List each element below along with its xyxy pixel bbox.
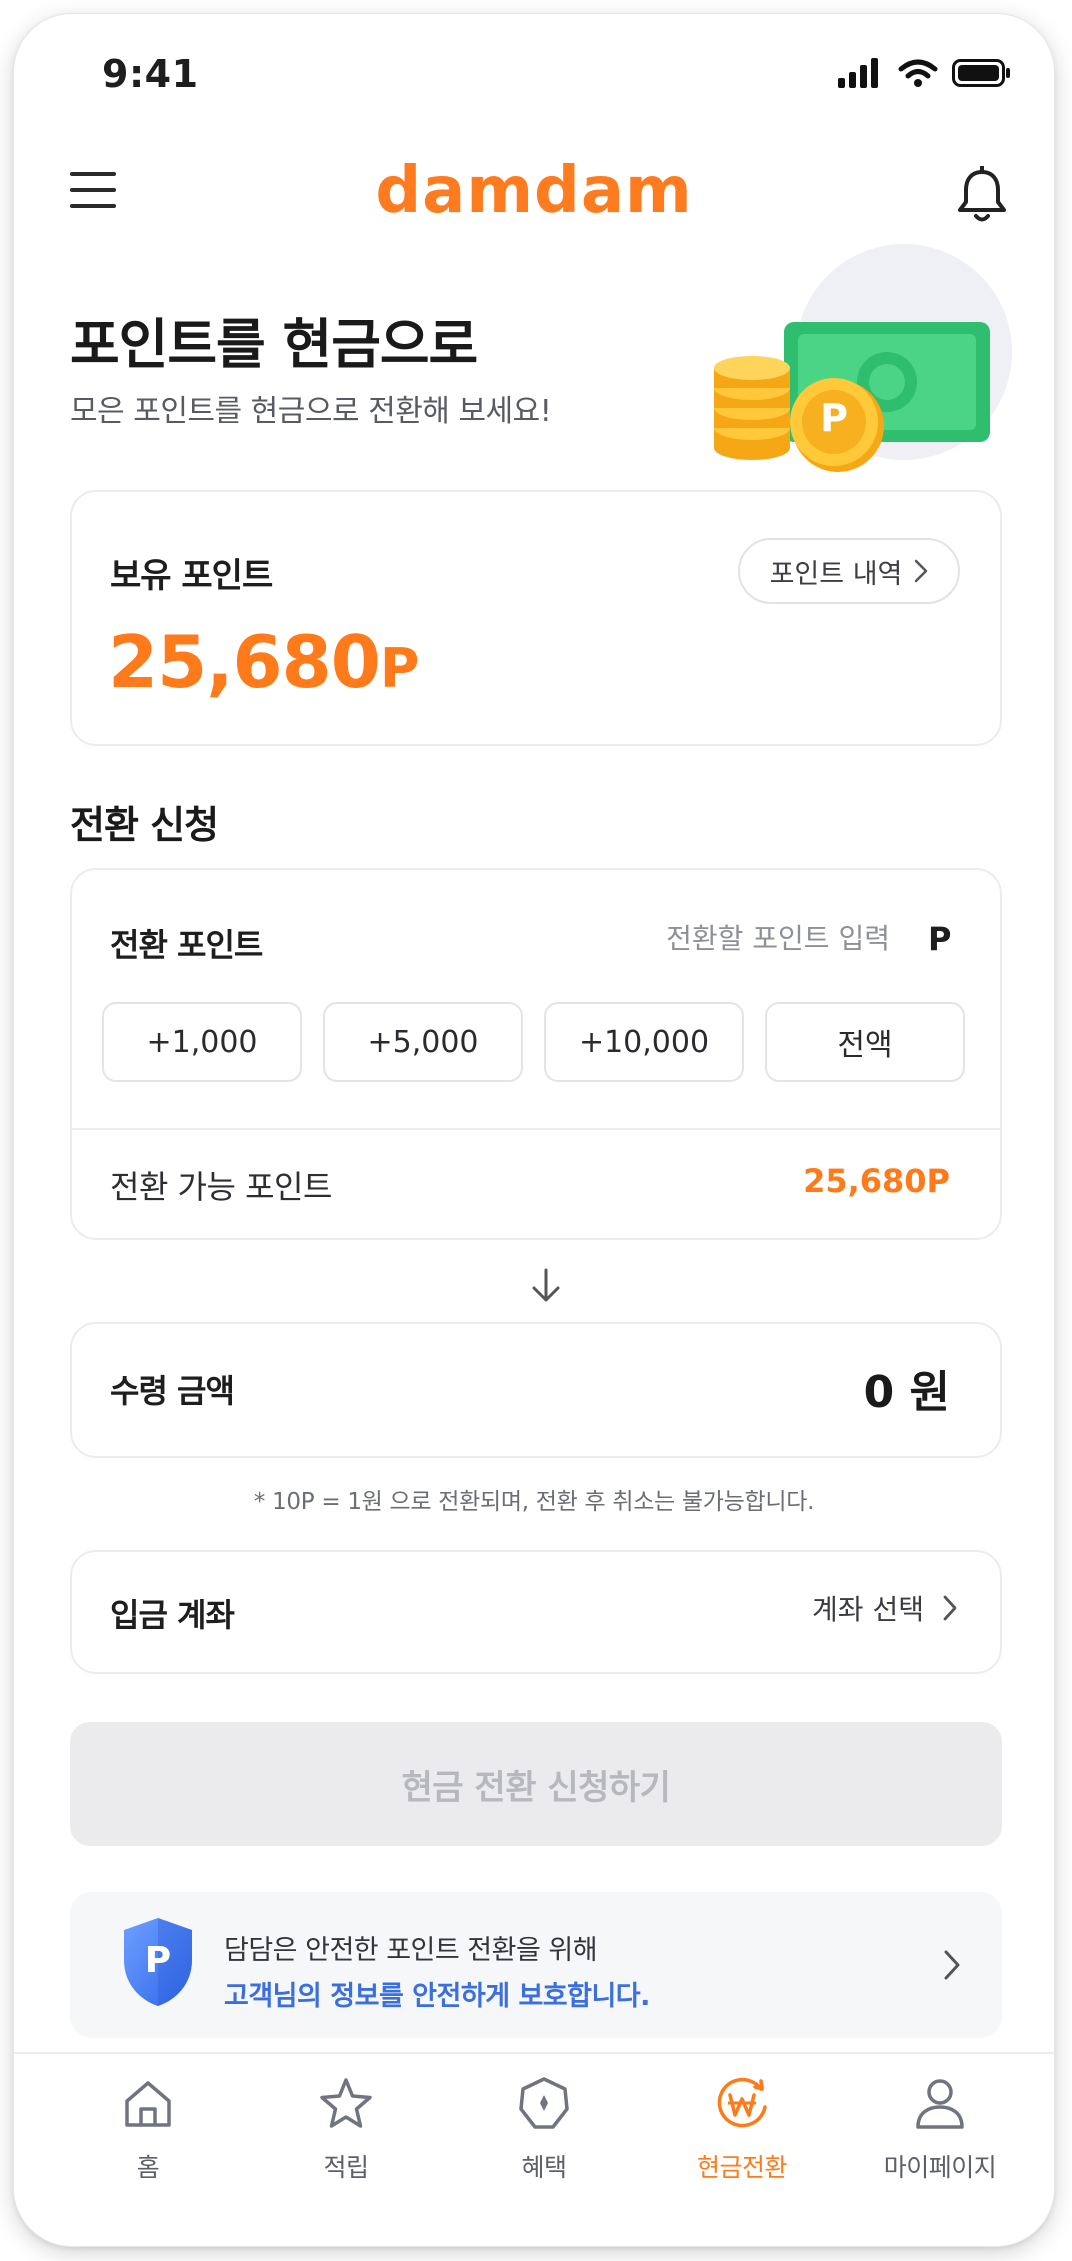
arrow-down-icon	[532, 1268, 560, 1302]
conversion-notice: * 10P = 1원 으로 전환되며, 전환 후 취소는 불가능합니다.	[253, 1489, 815, 1515]
convert-points-input[interactable]	[574, 910, 936, 966]
receive-amount-label: 수령 금액	[110, 1372, 235, 1410]
convert-points-unit: P	[928, 920, 952, 958]
quick-add-1000-button[interactable]: +1,000	[102, 1002, 302, 1082]
point-history-label: 포인트 내역	[769, 558, 903, 590]
status-time: 9:41	[102, 52, 199, 96]
tab-label: 현금전환	[696, 2153, 788, 2182]
balance-label: 보유 포인트	[110, 556, 273, 596]
quick-add-5000-button[interactable]: +5,000	[323, 1002, 523, 1082]
wifi-icon	[898, 59, 938, 87]
balance-unit: P	[379, 637, 420, 700]
phone-frame: 9:41 damdam 포인트를 현금으로 모은 포인트를 현금으로 전환해 보…	[14, 14, 1054, 2246]
tab-label: 혜택	[521, 2153, 567, 2182]
status-icons	[838, 58, 1012, 88]
quick-add-10000-button[interactable]: +10,000	[544, 1002, 744, 1082]
chevron-right-icon	[943, 1595, 957, 1621]
security-highlight: 고객님의 정보를 안전하게 보호합니다.	[224, 1981, 650, 2012]
point-history-button[interactable]: 포인트 내역	[738, 538, 960, 604]
balance-card	[70, 490, 1002, 746]
balance-amount: 25,680P	[108, 620, 420, 704]
tab-earn[interactable]: 적립	[246, 2072, 446, 2184]
cash-coins-illustration	[714, 244, 1012, 472]
shield-letter: P	[144, 1940, 172, 1981]
account-select-label: 계좌 선택	[812, 1593, 924, 1626]
convert-points-label: 전환 포인트	[110, 926, 263, 964]
battery-icon	[952, 59, 1010, 87]
divider	[72, 1128, 1000, 1130]
tab-label: 홈	[136, 2153, 160, 2182]
tab-label: 적립	[323, 2153, 369, 2182]
star-icon	[320, 2078, 372, 2128]
person-icon	[916, 2079, 964, 2129]
tab-cash-conversion[interactable]: 현금전환	[642, 2072, 842, 2184]
bell-icon[interactable]	[954, 166, 1010, 226]
app-logo: damdam	[375, 154, 693, 228]
convert-all-button[interactable]: 전액	[765, 1002, 965, 1082]
security-text: 담담은 안전한 포인트 전환을 위해	[224, 1935, 598, 1966]
tab-label: 마이페이지	[883, 2153, 997, 2182]
available-points-value: 25,680P	[803, 1162, 950, 1200]
tab-home[interactable]: 홈	[48, 2072, 248, 2184]
benefit-icon	[519, 2077, 569, 2129]
tab-benefits[interactable]: 혜택	[444, 2072, 644, 2184]
chevron-right-icon	[944, 1950, 960, 1980]
signal-icon	[838, 58, 878, 88]
receive-amount-value: 0 원	[863, 1367, 950, 1418]
account-select-button[interactable]: 계좌 선택	[812, 1588, 958, 1628]
submit-cash-conversion-button[interactable]: 현금 전환 신청하기	[70, 1722, 1002, 1846]
balance-number: 25,680	[108, 620, 381, 704]
coin-symbol: P	[820, 396, 848, 440]
tab-my-page[interactable]: 마이페이지	[840, 2072, 1040, 2184]
won-exchange-icon	[717, 2077, 767, 2128]
section-title: 전환 신청	[70, 803, 219, 847]
home-icon	[125, 2081, 171, 2127]
page-subtitle: 모은 포인트를 현금으로 전환해 보세요!	[70, 394, 552, 429]
chevron-right-icon	[915, 559, 928, 583]
deposit-account-label: 입금 계좌	[110, 1596, 235, 1634]
available-points-label: 전환 가능 포인트	[110, 1168, 332, 1206]
page-title: 포인트를 현금으로	[70, 313, 478, 376]
